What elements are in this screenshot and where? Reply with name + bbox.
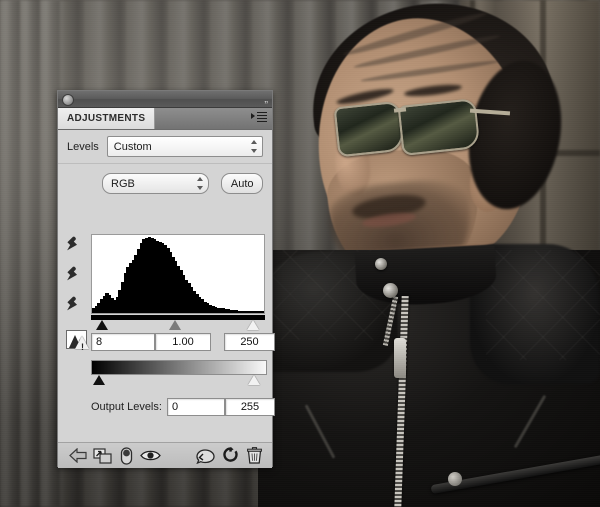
chevron-updown-icon bbox=[250, 140, 257, 153]
input-white-value: 250 bbox=[240, 336, 258, 348]
trash-icon bbox=[247, 447, 262, 464]
eye-icon bbox=[140, 449, 161, 462]
toggle-layer-visibility-button[interactable] bbox=[114, 445, 138, 467]
output-levels-area bbox=[91, 360, 267, 386]
panel-menu-line bbox=[257, 121, 267, 122]
input-levels-fields: 8 1.00 250 bbox=[91, 333, 267, 351]
input-levels-sliders bbox=[91, 320, 265, 331]
previous-state-icon bbox=[196, 448, 216, 464]
auto-button-label: Auto bbox=[231, 178, 254, 190]
output-levels-label: Output Levels: bbox=[91, 401, 162, 413]
clip-to-layer-icon bbox=[93, 448, 112, 464]
input-black-point-slider[interactable] bbox=[96, 320, 108, 330]
panel-menu-line bbox=[257, 112, 267, 113]
input-white-field[interactable]: 250 bbox=[224, 333, 275, 351]
panel-menu-line bbox=[257, 118, 267, 119]
jacket-quilting-right bbox=[486, 250, 600, 360]
double-chevron-collapse-icon[interactable]: „ bbox=[264, 91, 267, 107]
levels-preset-select[interactable]: Custom bbox=[107, 136, 263, 157]
uncached-histogram-refresh-icon[interactable]: ! bbox=[66, 328, 92, 352]
histogram-area bbox=[91, 234, 265, 331]
jacket-snap-button bbox=[375, 258, 387, 270]
set-white-point-eyedropper-icon[interactable] bbox=[66, 294, 88, 316]
channel-row: RGB Auto bbox=[58, 164, 272, 202]
channel-select[interactable]: RGB bbox=[102, 173, 209, 194]
jacket-snap-button bbox=[383, 283, 398, 298]
eyedropper-tool-group bbox=[66, 234, 92, 324]
set-black-point-eyedropper-icon[interactable] bbox=[66, 234, 88, 256]
tab-adjustments[interactable]: ADJUSTMENTS bbox=[58, 108, 155, 129]
preview-eye-button[interactable] bbox=[138, 445, 162, 467]
input-gamma-field[interactable]: 1.00 bbox=[155, 333, 211, 351]
panel-grip-dot-icon bbox=[62, 94, 74, 106]
panel-menu-line bbox=[257, 115, 267, 116]
levels-histogram bbox=[91, 234, 265, 314]
output-black-value: 0 bbox=[172, 401, 178, 413]
panel-footer-toolbar bbox=[58, 442, 272, 468]
auto-button[interactable]: Auto bbox=[221, 173, 263, 194]
reset-adjustment-button[interactable] bbox=[218, 445, 242, 467]
delete-adjustment-layer-button[interactable] bbox=[242, 445, 266, 467]
panel-titlebar[interactable]: „ bbox=[58, 91, 272, 108]
channel-value: RGB bbox=[111, 178, 135, 190]
levels-label: Levels bbox=[67, 141, 99, 153]
input-white-point-slider[interactable] bbox=[247, 320, 259, 330]
view-previous-state-button[interactable] bbox=[194, 445, 218, 467]
set-gray-point-eyedropper-icon[interactable] bbox=[66, 264, 88, 286]
handlebar-knob bbox=[448, 472, 462, 486]
levels-preset-value: Custom bbox=[114, 141, 152, 153]
jacket-zipper-pull bbox=[394, 338, 406, 378]
output-gradient-bar bbox=[91, 360, 267, 375]
panel-body: Levels Custom RGB Auto bbox=[58, 130, 272, 468]
input-gamma-slider[interactable] bbox=[169, 320, 181, 330]
panel-menu-triangle bbox=[251, 113, 255, 119]
output-white-field[interactable]: 255 bbox=[225, 398, 275, 416]
input-black-value: 8 bbox=[96, 336, 102, 348]
return-to-adjustment-list-button[interactable] bbox=[66, 445, 90, 467]
chevron-updown-icon bbox=[196, 177, 203, 190]
sunglasses-lens-right bbox=[398, 98, 481, 156]
output-white-point-slider[interactable] bbox=[248, 375, 260, 385]
output-white-value: 255 bbox=[241, 401, 259, 413]
left-arrow-icon bbox=[69, 448, 88, 463]
levels-preset-row: Levels Custom bbox=[58, 130, 272, 164]
pill-toggle-icon bbox=[120, 447, 133, 465]
output-black-point-slider[interactable] bbox=[93, 375, 105, 385]
output-levels-sliders bbox=[91, 375, 265, 386]
adjustments-panel: „ ADJUSTMENTS Levels Custom bbox=[57, 90, 273, 467]
clip-to-layer-button[interactable] bbox=[90, 445, 114, 467]
tab-adjustments-label: ADJUSTMENTS bbox=[67, 113, 145, 124]
panel-tab-row: ADJUSTMENTS bbox=[58, 108, 272, 130]
output-black-field[interactable]: 0 bbox=[167, 398, 225, 416]
histogram-bar bbox=[261, 311, 264, 313]
input-gamma-value: 1.00 bbox=[172, 336, 193, 348]
reset-circular-arrow-icon bbox=[222, 447, 239, 464]
panel-menu-icon[interactable] bbox=[251, 112, 267, 124]
input-black-field[interactable]: 8 bbox=[91, 333, 155, 351]
output-levels-fields: Output Levels: 0 255 bbox=[91, 398, 269, 416]
